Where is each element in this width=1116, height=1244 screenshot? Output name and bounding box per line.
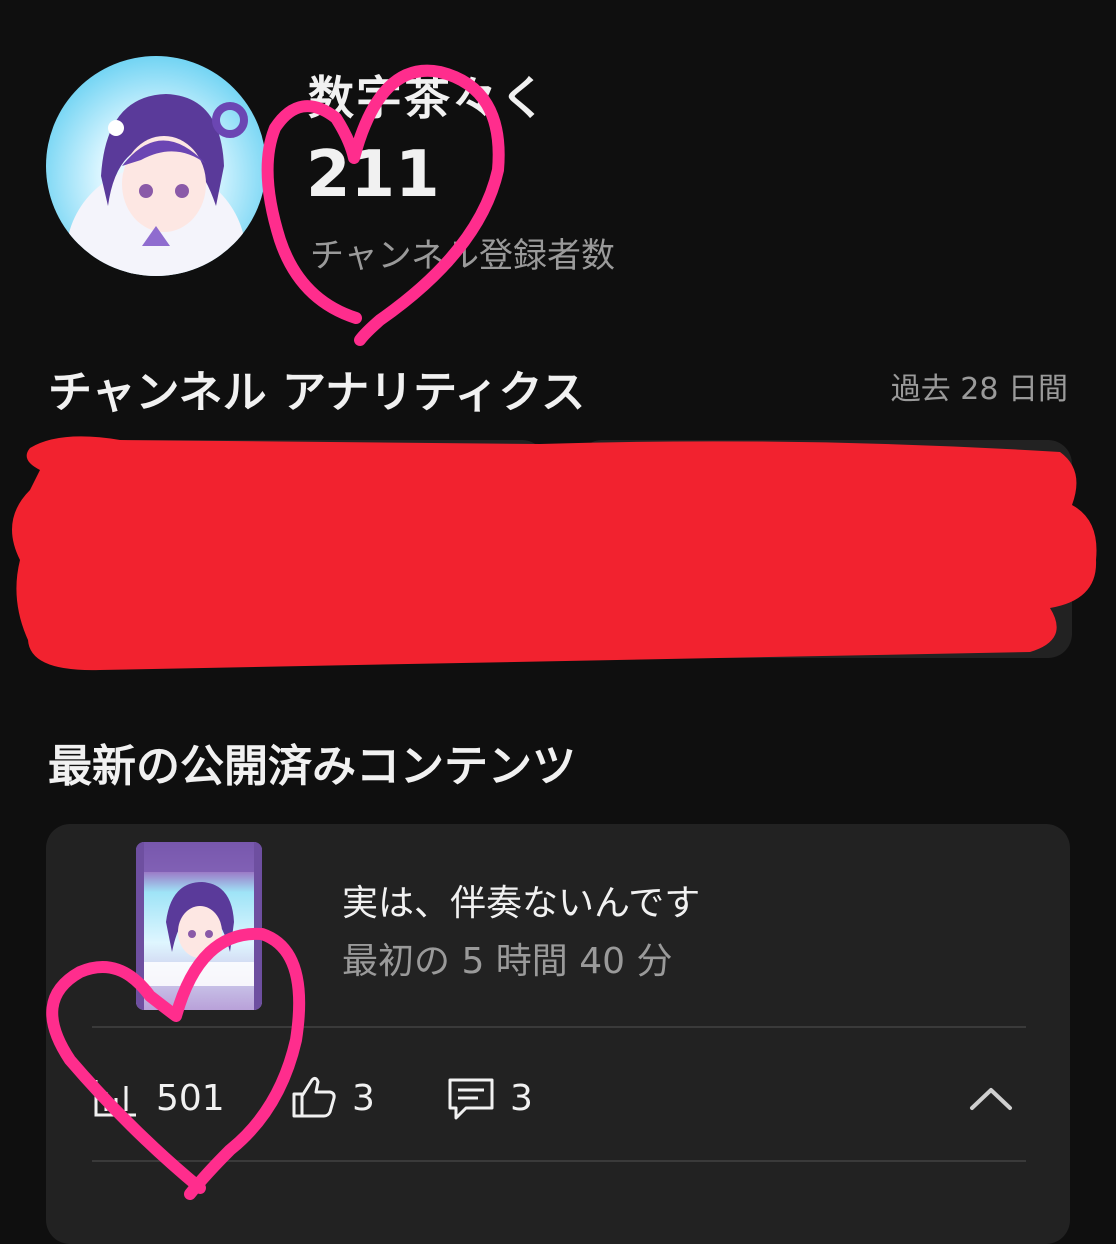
channel-name: 数字茶々く bbox=[308, 71, 548, 125]
analytics-metric-card[interactable] bbox=[578, 440, 1072, 658]
comments-count: 3 bbox=[510, 1078, 533, 1119]
likes-count: 3 bbox=[352, 1078, 375, 1119]
divider bbox=[92, 1026, 1026, 1028]
views-count: 501 bbox=[156, 1078, 225, 1119]
subscriber-count: 211 bbox=[306, 138, 440, 212]
video-thumbnail[interactable] bbox=[136, 842, 262, 1010]
subscriber-label: チャンネル登録者数 bbox=[310, 236, 615, 276]
analytics-section-title: チャンネル アナリティクス bbox=[48, 367, 586, 418]
divider bbox=[92, 1160, 1026, 1162]
video-title[interactable]: 実は、伴奏ないんです bbox=[342, 874, 700, 926]
analytics-period: 過去 28 日間 bbox=[890, 372, 1068, 407]
comment-icon bbox=[446, 1076, 496, 1126]
bar-chart-icon bbox=[92, 1078, 138, 1122]
thumbs-up-icon bbox=[290, 1074, 338, 1124]
analytics-metric-card[interactable] bbox=[46, 440, 546, 658]
chevron-up-icon[interactable] bbox=[968, 1084, 1014, 1116]
channel-avatar[interactable] bbox=[46, 56, 266, 276]
video-time-since-publish: 最初の 5 時間 40 分 bbox=[342, 941, 673, 982]
latest-content-title: 最新の公開済みコンテンツ bbox=[48, 741, 576, 792]
